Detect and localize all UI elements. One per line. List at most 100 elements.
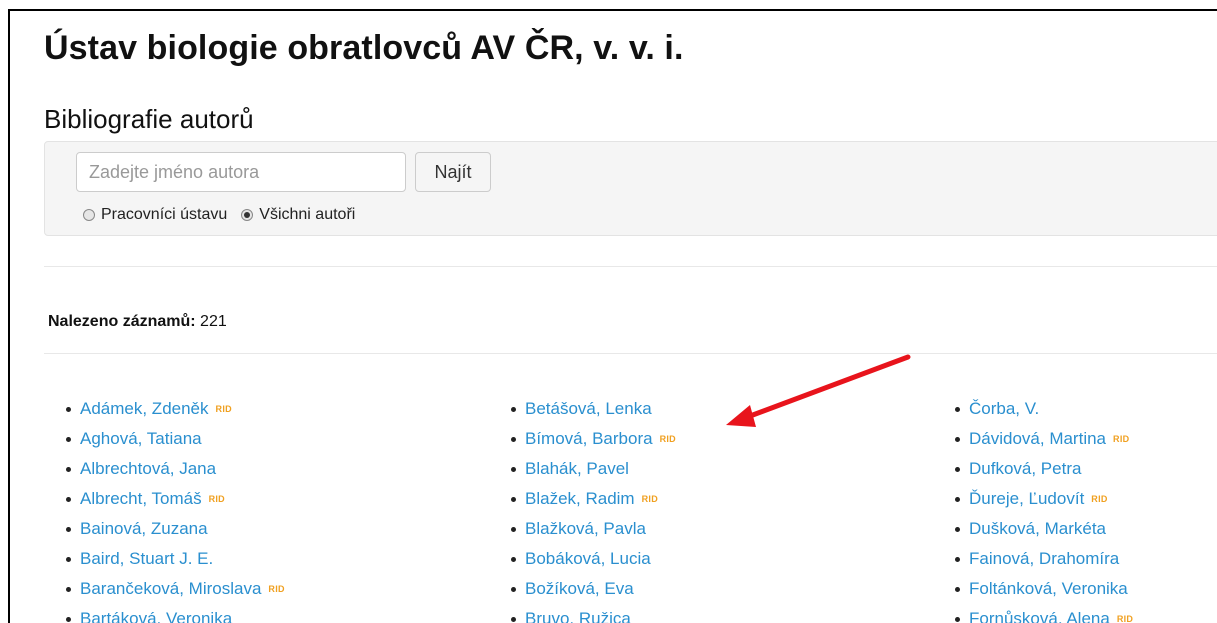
bullet-icon [511,406,516,412]
bullet-icon [955,616,960,622]
author-list-item: Dávidová, Martina RID [955,424,1133,454]
author-list-item: Barančeková, Miroslava RID [66,574,285,604]
author-list-item: Božíková, Eva [511,574,676,604]
author-list-item: Betášová, Lenka [511,394,676,424]
page-frame: Ústav biologie obratlovců AV ČR, v. v. i… [8,9,1217,623]
author-search-input[interactable] [76,152,406,192]
author-link[interactable]: Baird, Stuart J. E. [80,544,213,574]
author-link[interactable]: Ďureje, Ľudovít [969,484,1084,514]
author-list-item: Foltánková, Veronika [955,574,1133,604]
author-scope-options: Pracovníci ústavu Všichni autoři [83,204,369,226]
search-button[interactable]: Najít [415,152,491,192]
author-list-item: Blažková, Pavla [511,514,676,544]
bullet-icon [955,436,960,442]
author-link[interactable]: Blažková, Pavla [525,514,646,544]
bullet-icon [511,436,516,442]
radio-checked-icon[interactable] [241,209,254,221]
author-column-1: Adámek, Zdeněk RID Aghová, Tatiana Albrecht… [66,394,285,623]
author-list-item: Fornůsková, Alena RID [955,604,1133,623]
bullet-icon [511,586,516,592]
author-list-item: Blažek, Radim RID [511,484,676,514]
bullet-icon [955,586,960,592]
radio-unchecked-icon[interactable] [83,209,95,221]
bullet-icon [66,616,71,622]
author-link[interactable]: Fornůsková, Alena [969,604,1110,623]
page-title: Ústav biologie obratlovců AV ČR, v. v. i… [44,29,684,67]
author-link[interactable]: Bímová, Barbora [525,424,653,454]
author-link[interactable]: Blažek, Radim [525,484,635,514]
author-list-item: Bobáková, Lucia [511,544,676,574]
rid-badge[interactable]: RID [216,394,232,424]
author-link[interactable]: Dufková, Petra [969,454,1081,484]
scope-option-label: Pracovníci ústavu [101,206,228,223]
results-count: Nalezeno záznamů: 221 [48,313,227,331]
bullet-icon [66,466,71,472]
scope-option-staff[interactable]: Pracovníci ústavu [83,206,227,224]
bullet-icon [955,556,960,562]
bullet-icon [511,496,516,502]
bullet-icon [66,526,71,532]
author-link[interactable]: Božíková, Eva [525,574,634,604]
author-list-item: Bainová, Zuzana [66,514,285,544]
author-column-3: Čorba, V. Dávidová, Martina RID Dufková, Pe… [955,394,1133,623]
author-link[interactable]: Dušková, Markéta [969,514,1106,544]
bullet-icon [66,406,71,412]
author-link[interactable]: Dávidová, Martina [969,424,1106,454]
bullet-icon [511,556,516,562]
bullet-icon [511,616,516,622]
author-link[interactable]: Foltánková, Veronika [969,574,1128,604]
author-list-item: Adámek, Zdeněk RID [66,394,285,424]
scope-option-all[interactable]: Všichni autoři [241,206,355,224]
author-link[interactable]: Blahák, Pavel [525,454,629,484]
author-list-item: Bruvo, Ružica [511,604,676,623]
results-count-value: 221 [200,313,227,330]
author-list-item: Bartáková, Veronika [66,604,285,623]
author-link[interactable]: Bruvo, Ružica [525,604,631,623]
search-panel: Najít Pracovníci ústavu Všichni autoři [44,141,1217,236]
author-list-item: Dufková, Petra [955,454,1133,484]
bullet-icon [66,586,71,592]
author-list-item: Blahák, Pavel [511,454,676,484]
page-content: Ústav biologie obratlovců AV ČR, v. v. i… [10,11,1217,623]
author-list-item: Bímová, Barbora RID [511,424,676,454]
divider [44,353,1217,354]
rid-badge[interactable]: RID [1113,424,1129,454]
bullet-icon [66,436,71,442]
bullet-icon [955,526,960,532]
author-link[interactable]: Albrechtová, Jana [80,454,216,484]
bullet-icon [511,526,516,532]
rid-badge[interactable]: RID [209,484,225,514]
author-link[interactable]: Aghová, Tatiana [80,424,202,454]
author-link[interactable]: Barančeková, Miroslava [80,574,261,604]
scope-option-label: Všichni autoři [259,206,356,223]
rid-badge[interactable]: RID [660,424,676,454]
author-link[interactable]: Adámek, Zdeněk [80,394,209,424]
author-link[interactable]: Čorba, V. [969,394,1039,424]
rid-badge[interactable]: RID [1091,484,1107,514]
rid-badge[interactable]: RID [268,574,284,604]
author-link[interactable]: Bartáková, Veronika [80,604,232,623]
author-list-item: Čorba, V. [955,394,1133,424]
author-list-item: Baird, Stuart J. E. [66,544,285,574]
author-list-item: Dušková, Markéta [955,514,1133,544]
author-link[interactable]: Bobáková, Lucia [525,544,651,574]
author-list-item: Aghová, Tatiana [66,424,285,454]
bullet-icon [955,496,960,502]
section-title: Bibliografie autorů [44,104,254,134]
bullet-icon [511,466,516,472]
bullet-icon [66,496,71,502]
divider [44,266,1217,267]
author-list-item: Fainová, Drahomíra [955,544,1133,574]
author-list-item: Ďureje, Ľudovít RID [955,484,1133,514]
bullet-icon [955,466,960,472]
author-link[interactable]: Bainová, Zuzana [80,514,208,544]
author-link[interactable]: Fainová, Drahomíra [969,544,1119,574]
author-list-item: Albrecht, Tomáš RID [66,484,285,514]
rid-badge[interactable]: RID [642,484,658,514]
author-column-2: Betášová, Lenka Bímová, Barbora RID Blahák,… [511,394,676,623]
rid-badge[interactable]: RID [1117,604,1133,623]
author-link[interactable]: Betášová, Lenka [525,394,652,424]
author-link[interactable]: Albrecht, Tomáš [80,484,202,514]
bullet-icon [66,556,71,562]
bullet-icon [955,406,960,412]
